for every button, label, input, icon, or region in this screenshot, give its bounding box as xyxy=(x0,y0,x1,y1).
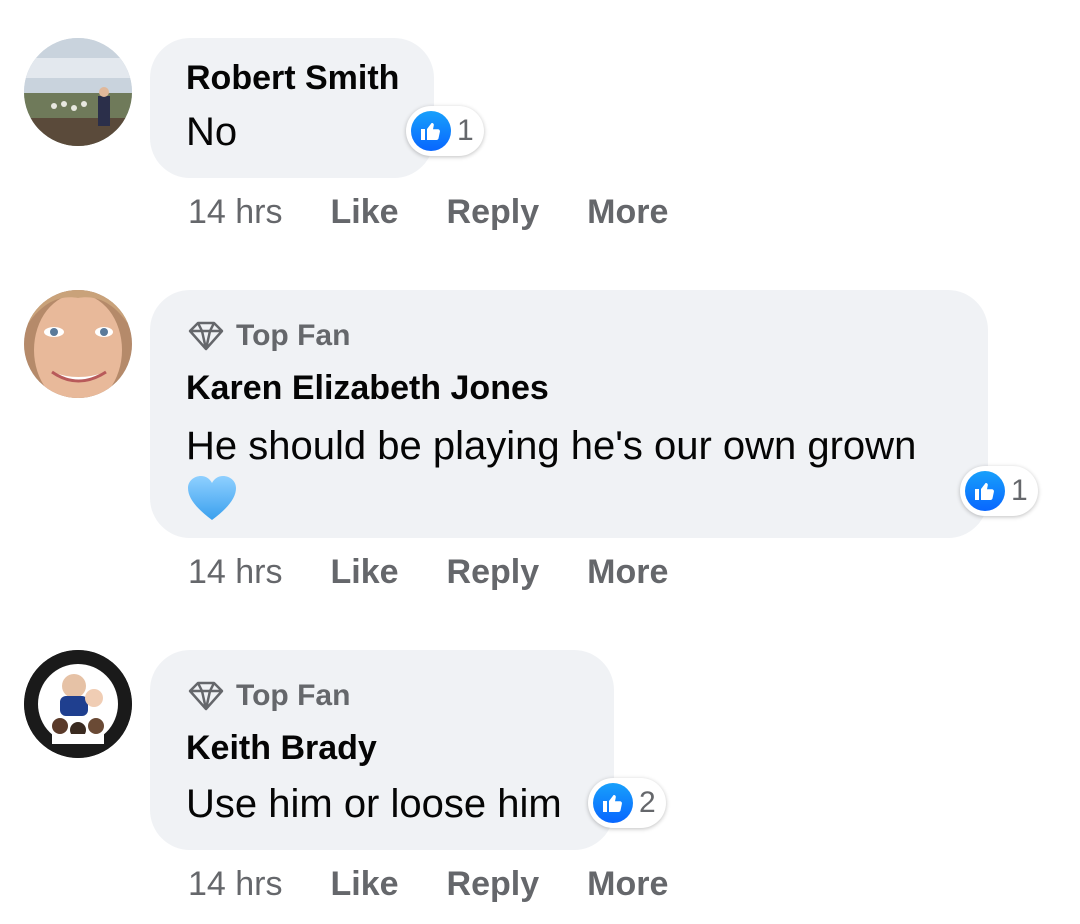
comment-timestamp[interactable]: 14 hrs xyxy=(188,552,283,592)
comment-bubble[interactable]: Top Fan Keith Brady Use him or loose him xyxy=(150,650,614,850)
like-button[interactable]: Like xyxy=(331,192,399,232)
comment-author[interactable]: Keith Brady xyxy=(186,728,578,768)
like-reaction-icon xyxy=(411,111,451,151)
comment-actions: 14 hrs Like Reply More xyxy=(188,552,716,592)
top-fan-badge: Top Fan xyxy=(186,318,952,354)
like-button[interactable]: Like xyxy=(331,864,399,904)
comment-author[interactable]: Karen Elizabeth Jones xyxy=(186,368,952,408)
comment-bubble[interactable]: Robert Smith No xyxy=(150,38,434,178)
reply-button[interactable]: Reply xyxy=(447,552,540,592)
comment-actions: 14 hrs Like Reply More xyxy=(188,864,716,904)
reply-button[interactable]: Reply xyxy=(447,864,540,904)
comment-timestamp[interactable]: 14 hrs xyxy=(188,864,283,904)
like-button[interactable]: Like xyxy=(331,552,399,592)
more-button[interactable]: More xyxy=(587,864,668,904)
more-button[interactable]: More xyxy=(587,552,668,592)
comment-bubble[interactable]: Top Fan Karen Elizabeth Jones He should … xyxy=(150,290,988,538)
reaction-count: 2 xyxy=(639,786,656,819)
diamond-icon xyxy=(188,681,224,711)
avatar-photo xyxy=(24,38,132,146)
avatar[interactable] xyxy=(24,290,132,398)
top-fan-label: Top Fan xyxy=(236,319,351,352)
reaction-summary[interactable]: 1 xyxy=(406,106,484,156)
reaction-count: 1 xyxy=(457,114,474,147)
comment-actions: 14 hrs Like Reply More xyxy=(188,192,716,232)
comment-timestamp[interactable]: 14 hrs xyxy=(188,192,283,232)
comment-text: No xyxy=(186,110,238,154)
more-button[interactable]: More xyxy=(587,192,668,232)
top-fan-badge: Top Fan xyxy=(186,678,578,714)
top-fan-label: Top Fan xyxy=(236,679,351,712)
comment-author[interactable]: Robert Smith xyxy=(186,58,399,98)
reaction-count: 1 xyxy=(1011,474,1028,507)
comment-emoji-line xyxy=(186,474,952,527)
reaction-summary[interactable]: 2 xyxy=(588,778,666,828)
avatar-photo xyxy=(24,650,132,758)
like-reaction-icon xyxy=(965,471,1005,511)
comment-text: Use him or loose him xyxy=(186,782,562,826)
blue-heart-icon xyxy=(188,476,236,520)
avatar[interactable] xyxy=(24,38,132,146)
reaction-summary[interactable]: 1 xyxy=(960,466,1038,516)
reply-button[interactable]: Reply xyxy=(447,192,540,232)
avatar[interactable] xyxy=(24,650,132,758)
like-reaction-icon xyxy=(593,783,633,823)
comment-text: He should be playing he's our own grown xyxy=(186,424,917,468)
avatar-photo xyxy=(24,290,132,398)
diamond-icon xyxy=(188,321,224,351)
